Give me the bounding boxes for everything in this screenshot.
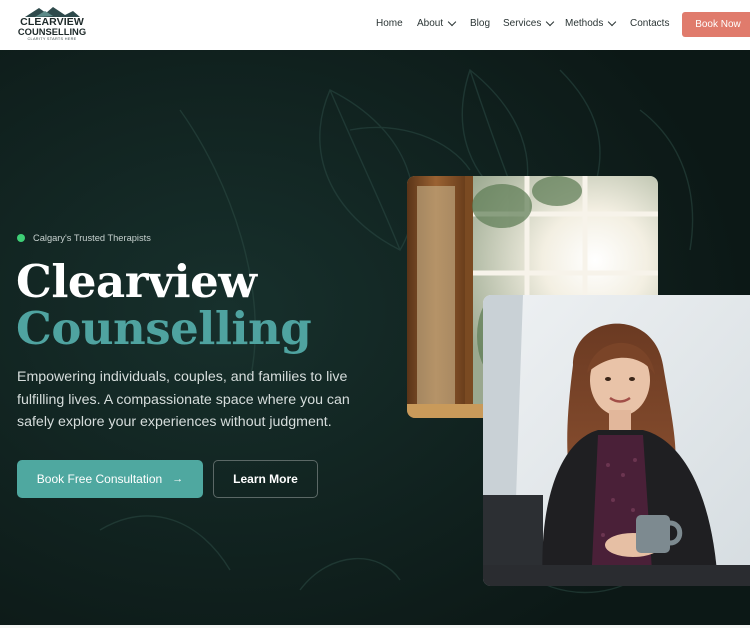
badge-text: Calgary's Trusted Therapists <box>33 233 151 243</box>
hero-title-line1: Clearview <box>16 255 257 308</box>
hero-title-line2: Counselling <box>16 302 312 355</box>
hero-description: Empowering individuals, couples, and fam… <box>17 369 350 430</box>
book-now-button[interactable]: Book Now <box>682 12 750 37</box>
nav-contacts[interactable]: Contacts <box>630 18 669 29</box>
nav-about-label: About <box>417 18 444 29</box>
therapist-image <box>483 295 750 586</box>
trust-badge: Calgary's Trusted Therapists <box>17 233 151 243</box>
nav-home[interactable]: Home <box>376 18 403 29</box>
chevron-down-icon <box>447 17 457 26</box>
arrow-right-icon: → <box>172 473 184 485</box>
nav-methods-label: Methods <box>565 18 604 29</box>
nav-contacts-label: Contacts <box>630 18 670 29</box>
chevron-down-icon <box>546 17 555 26</box>
nav-blog[interactable]: Blog <box>470 18 490 29</box>
nav-about[interactable]: About <box>417 17 457 29</box>
hero-section: Calgary's Trusted Therapists Clearview C… <box>0 50 750 628</box>
therapist-portrait-photo <box>483 295 750 586</box>
brand-logo[interactable]: CLEARVIEW COUNSELLING CLARITY STARTS HER… <box>17 6 87 44</box>
nav-services[interactable]: Services <box>503 17 555 29</box>
site-header: CLEARVIEW COUNSELLING CLARITY STARTS HER… <box>0 0 750 50</box>
status-dot-icon <box>17 234 25 242</box>
brand-name-line2: COUNSELLING <box>17 26 87 37</box>
brand-tagline: CLARITY STARTS HERE <box>27 37 77 41</box>
nav-home-label: Home <box>376 18 403 29</box>
nav-blog-label: Blog <box>470 18 491 29</box>
nav-services-label: Services <box>503 18 542 29</box>
chevron-down-icon <box>608 17 617 26</box>
learn-more-button[interactable]: Learn More <box>213 460 318 498</box>
book-consultation-button[interactable]: Book Free Consultation → <box>17 460 203 498</box>
book-consultation-label: Book Free Consultation <box>36 472 163 486</box>
nav-methods[interactable]: Methods <box>565 17 617 29</box>
